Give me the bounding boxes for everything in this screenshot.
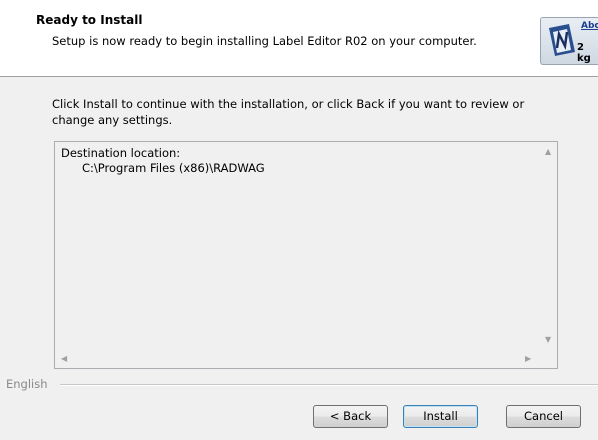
page-subtitle: Setup is now ready to begin installing L… bbox=[52, 34, 477, 48]
footer-divider bbox=[60, 384, 598, 386]
scroll-up-icon[interactable]: ▲ bbox=[545, 147, 551, 156]
destination-path: C:\Program Files (x86)\RADWAG bbox=[82, 161, 265, 175]
logo-abc-text: Abc bbox=[581, 21, 598, 31]
destination-label: Destination location: bbox=[61, 146, 181, 160]
logo-kg-text: 2 kg bbox=[577, 42, 591, 64]
label-editor-logo-icon: Abc 2 kg bbox=[540, 17, 598, 65]
install-button[interactable]: Install bbox=[403, 405, 478, 428]
memo-content: Destination location: C:\Program Files (… bbox=[61, 146, 265, 176]
horizontal-scrollbar[interactable]: ◀ ▶ bbox=[55, 351, 540, 368]
cancel-button[interactable]: Cancel bbox=[506, 405, 581, 428]
page-title: Ready to Install bbox=[36, 13, 143, 27]
scroll-down-icon[interactable]: ▼ bbox=[545, 335, 551, 344]
language-label: English bbox=[6, 377, 52, 391]
ready-memo[interactable]: Destination location: C:\Program Files (… bbox=[54, 141, 558, 369]
vertical-scrollbar[interactable]: ▲ ▼ bbox=[540, 142, 557, 351]
back-button[interactable]: < Back bbox=[313, 405, 388, 428]
scroll-left-icon[interactable]: ◀ bbox=[61, 354, 67, 363]
intro-text: Click Install to continue with the insta… bbox=[52, 97, 525, 127]
wizard-header: Ready to Install Setup is now ready to b… bbox=[0, 0, 598, 77]
scroll-right-icon[interactable]: ▶ bbox=[525, 354, 531, 363]
